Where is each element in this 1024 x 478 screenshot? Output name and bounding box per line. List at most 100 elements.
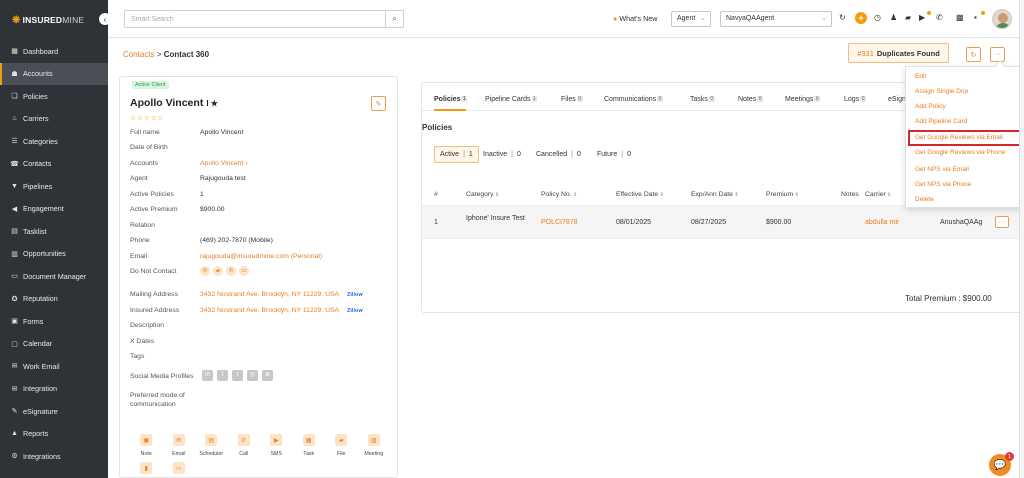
chat-icon[interactable]: ▰ [213,266,223,276]
sidebar-item-contacts[interactable]: ☎ Contacts [0,153,108,176]
add-icon[interactable]: + [855,12,867,24]
instagram-icon[interactable]: ◎ [247,370,258,381]
sidebar-item-integrations[interactable]: ⚙ Integrations [0,445,108,468]
edit-contact-button[interactable]: ✎ [371,96,386,111]
column-header[interactable]: Policy No. ⇕ [541,191,577,198]
tab-policies[interactable]: Policies 1 [434,96,468,103]
logo[interactable]: ❋ INSURED MINE [0,0,108,40]
column-header[interactable]: Carrier ⇕ [865,191,891,198]
action-sms-button[interactable]: ▶ SMS [260,434,293,462]
refresh-button[interactable]: ↻ [966,47,981,62]
sidebar-item-categories[interactable]: ☰ Categories [0,130,108,153]
sidebar-item-reputation[interactable]: ✪ Reputation [0,288,108,311]
linkedin-icon[interactable]: in [202,370,213,381]
sidebar-item-opportunities[interactable]: ▥ Opportunities [0,243,108,266]
email-icon[interactable]: ✉ [200,266,210,276]
sidebar-item-policies[interactable]: ❏ Policies [0,85,108,108]
sidebar-item-calendar[interactable]: ▢ Calendar [0,333,108,356]
action-email-button[interactable]: ✉ Email [163,434,196,462]
tab-communications[interactable]: Communications 0 [604,96,663,103]
field-value: 1 [200,191,204,198]
action-file-button[interactable]: ▰ File [325,434,358,462]
action-more-button[interactable]: ▭ [163,462,196,478]
sidebar-item-esignature[interactable]: ✎ eSignature [0,400,108,423]
filter-cancelled[interactable]: Cancelled | 0 [536,146,581,163]
action-meeting-button[interactable]: ▥ Meeting [358,434,391,462]
sidebar-item-work-email[interactable]: ✉ Work Email [0,355,108,378]
search-icon[interactable]: ⌕ [385,10,404,28]
breadcrumb-contacts[interactable]: Contacts [123,50,155,59]
zillow-link[interactable]: Zillow [347,292,363,298]
tab-logs[interactable]: Logs 0 [844,96,866,103]
search-input[interactable]: Smart Search [124,10,390,28]
tab-notes[interactable]: Notes 0 [738,96,764,103]
tab-pipeline-cards[interactable]: Pipeline Cards 1 [485,96,538,103]
menu-item-get-google-reviews-via-phone[interactable]: Get Google Reviews via Phone [915,149,1005,156]
column-header[interactable]: Premium ⇕ [766,191,799,198]
facebook-icon[interactable]: f [217,370,228,381]
field-value[interactable]: Apollo Vincent › [200,160,247,167]
sidebar-item-document-manager[interactable]: ▭ Document Manager [0,265,108,288]
agent-select[interactable]: NavyaQAAgent ⌄ [720,11,832,27]
sidebar-item-pipelines[interactable]: ▼ Pipelines [0,175,108,198]
field-value[interactable]: rajugouda@insuredmine.com (Personal) [200,253,322,260]
row-carrier[interactable]: abdulla mir [865,219,899,226]
menu-item-edit[interactable]: Edit [915,73,926,80]
sidebar-item-integration[interactable]: ✉ Integration [0,378,108,401]
column-header[interactable]: Category ⇕ [466,191,499,198]
whats-new-link[interactable]: ● What's New [613,14,657,23]
sidebar-item-reports[interactable]: ▲ Reports [0,423,108,446]
action-more-button[interactable]: ▮ [130,462,163,478]
scrollbar[interactable] [1019,0,1024,478]
role-select[interactable]: Agent ⌄ [671,11,711,27]
duplicates-found-button[interactable]: #331 Duplicates Found [848,43,949,63]
menu-item-get-nps-via-phone[interactable]: Get NPS via Phone [915,181,971,188]
sidebar-item-carriers[interactable]: ⌂ Carriers [0,108,108,131]
sms-icon[interactable]: ▭ [239,266,249,276]
sidebar-item-tasklist[interactable]: ▤ Tasklist [0,220,108,243]
chat-icon[interactable]: ▰ [905,13,911,22]
tab-count: 0 [860,96,866,102]
tab-meetings[interactable]: Meetings 0 [785,96,821,103]
menu-item-get-nps-via-email[interactable]: Get NPS via Email [915,166,969,173]
avatar[interactable] [992,9,1012,29]
action-note-button[interactable]: ▣ Note [130,434,163,462]
row-policy-number[interactable]: POLCI7878 [541,219,578,226]
field-value[interactable]: 3432 Nostrand Ave, Brooklyn, NY 11229, U… [200,307,363,314]
clock-icon[interactable]: ◷ [874,13,881,22]
video-icon[interactable]: ▶ [919,13,925,22]
menu-item-add-pipeline-card[interactable]: Add Pipeline Card [915,118,967,125]
chip-icon[interactable]: ▩ [956,13,964,22]
filter-inactive[interactable]: Inactive | 0 [483,146,521,163]
tab-tasks[interactable]: Tasks 0 [690,96,715,103]
sidebar-item-dashboard[interactable]: ▦ Dashboard [0,40,108,63]
web-icon[interactable]: ⊕ [262,370,273,381]
filter-future[interactable]: Future | 0 [597,146,631,163]
rating-stars[interactable]: ☆☆☆☆☆ [130,114,164,122]
refresh-icon[interactable]: ↻ [839,13,846,22]
more-actions-button[interactable]: ··· [990,47,1005,62]
row-more-button[interactable]: ··· [995,216,1009,228]
filter-active[interactable]: Active | 1 [434,146,479,163]
zillow-link[interactable]: Zillow [347,308,363,314]
apps-icon[interactable]: ▪ [974,13,977,22]
phone-icon[interactable]: ✆ [226,266,236,276]
bell-icon[interactable]: ♟ [890,13,897,22]
phone-icon[interactable]: ✆ [936,13,943,22]
action-scheduler-button[interactable]: ▤ Scheduler [195,434,228,462]
tab-files[interactable]: Files 0 [561,96,583,103]
column-header[interactable]: Effective Date ⇕ [616,191,664,198]
menu-item-assign-single-drip[interactable]: Assign Single Drip [915,88,968,95]
tab-esign[interactable]: eSign [888,96,906,103]
breadcrumb-separator: > [156,50,162,59]
field-value[interactable]: 3432 Nostrand Ave, Brooklyn, NY 11229, U… [200,291,363,298]
menu-item-delete[interactable]: Delete [915,196,934,203]
action-task-button[interactable]: ▦ Task [293,434,326,462]
action-call-button[interactable]: ✆ Call [228,434,261,462]
sidebar-item-accounts[interactable]: ☗ Accounts [0,62,108,85]
sidebar-item-forms[interactable]: ▣ Forms [0,310,108,333]
column-header[interactable]: Exp/Ann Date ⇕ [691,191,739,198]
sidebar-item-engagement[interactable]: ◀ Engagement [0,198,108,221]
menu-item-add-policy[interactable]: Add Policy [915,103,946,110]
twitter-icon[interactable]: t [232,370,243,381]
